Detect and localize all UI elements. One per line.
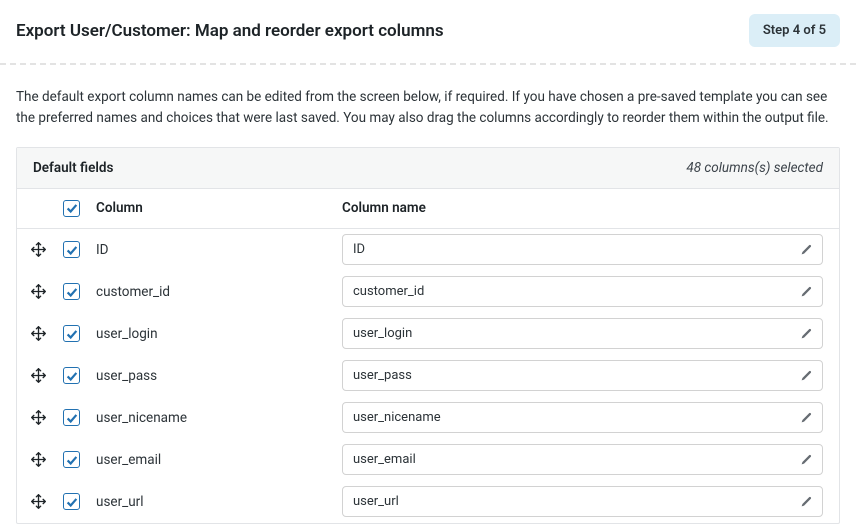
source-column-label: user_url (82, 494, 338, 510)
row-checkbox[interactable] (63, 283, 80, 300)
column-name-input[interactable] (342, 444, 823, 475)
source-column-label: user_login (82, 326, 338, 342)
source-column-label: ID (82, 242, 338, 258)
drag-handle-icon[interactable] (26, 409, 50, 426)
drag-handle-icon[interactable] (26, 451, 50, 468)
panel-header: Default fields 48 columns(s) selected (17, 148, 839, 189)
row-checkbox[interactable] (63, 241, 80, 258)
fields-panel: Default fields 48 columns(s) selected Co… (16, 147, 840, 524)
row-checkbox[interactable] (63, 367, 80, 384)
row-checkbox[interactable] (63, 325, 80, 342)
source-column-label: user_email (82, 452, 338, 468)
column-headers: Column Column name (17, 189, 839, 229)
column-name-input[interactable] (342, 234, 823, 265)
row-checkbox[interactable] (63, 409, 80, 426)
column-name-input[interactable] (342, 276, 823, 307)
table-row: user_email (17, 439, 839, 481)
column-name-input[interactable] (342, 318, 823, 349)
column-name-input[interactable] (342, 360, 823, 391)
rows-container: ID customer_id user_login user_pass user_nic… (17, 229, 839, 523)
column-name-input[interactable] (342, 402, 823, 433)
panel-title: Default fields (33, 160, 113, 176)
table-row: customer_id (17, 271, 839, 313)
drag-handle-icon[interactable] (26, 283, 50, 300)
table-row: ID (17, 229, 839, 271)
drag-handle-icon[interactable] (26, 367, 50, 384)
page-title: Export User/Customer: Map and reorder ex… (16, 21, 444, 41)
table-row: user_login (17, 313, 839, 355)
row-checkbox[interactable] (63, 493, 80, 510)
wizard-content: The default export column names can be e… (0, 65, 856, 524)
column-name-input[interactable] (342, 486, 823, 517)
column-header-name: Column name (338, 200, 823, 216)
step-indicator: Step 4 of 5 (749, 14, 840, 47)
drag-handle-icon[interactable] (26, 241, 50, 258)
selected-count: 48 columns(s) selected (686, 160, 823, 176)
row-checkbox[interactable] (63, 451, 80, 468)
source-column-label: user_nicename (82, 410, 338, 426)
wizard-header: Export User/Customer: Map and reorder ex… (0, 0, 856, 65)
table-row: user_url (17, 481, 839, 523)
table-row: user_pass (17, 355, 839, 397)
column-header-source: Column (82, 200, 338, 216)
select-all-checkbox[interactable] (63, 200, 80, 217)
source-column-label: customer_id (82, 284, 338, 300)
source-column-label: user_pass (82, 368, 338, 384)
drag-handle-icon[interactable] (26, 325, 50, 342)
table-row: user_nicename (17, 397, 839, 439)
instructions-text: The default export column names can be e… (16, 87, 840, 129)
drag-handle-icon[interactable] (26, 493, 50, 510)
